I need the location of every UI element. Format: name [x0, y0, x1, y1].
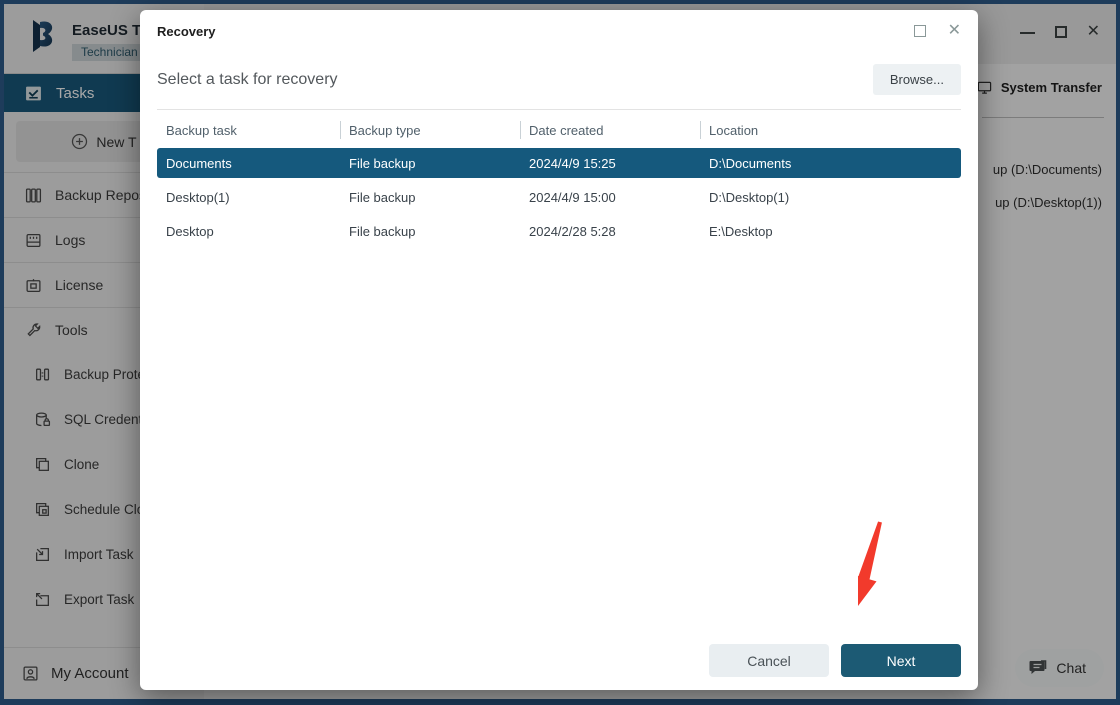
application-window: EaseUS Todo Technician Tasks New T	[0, 0, 1120, 705]
cell-backup-type: File backup	[340, 156, 520, 171]
red-arrow-annotation	[858, 514, 928, 626]
cell-backup-task: Documents	[157, 156, 340, 171]
dialog-heading: Select a task for recovery	[157, 71, 338, 89]
table-row[interactable]: Desktop File backup 2024/2/28 5:28 E:\De…	[157, 216, 961, 246]
cell-location: D:\Desktop(1)	[700, 190, 961, 205]
cell-location: E:\Desktop	[700, 224, 961, 239]
column-header-date-created: Date created	[520, 123, 700, 138]
dialog-title: Recovery	[157, 24, 216, 39]
dialog-titlebar: Recovery ✕	[140, 10, 978, 52]
divider	[157, 109, 961, 110]
cell-backup-task: Desktop	[157, 224, 340, 239]
table-row[interactable]: Desktop(1) File backup 2024/4/9 15:00 D:…	[157, 182, 961, 212]
dialog-close-icon[interactable]: ✕	[948, 23, 961, 39]
task-table: Backup task Backup type Date created Loc…	[157, 112, 961, 246]
cell-location: D:\Documents	[700, 156, 961, 171]
column-header-backup-type: Backup type	[340, 123, 520, 138]
cancel-button[interactable]: Cancel	[709, 644, 829, 677]
column-header-backup-task: Backup task	[157, 123, 340, 138]
recovery-dialog: Recovery ✕ Select a task for recovery Br…	[140, 10, 978, 690]
next-button[interactable]: Next	[841, 644, 961, 677]
table-header-row: Backup task Backup type Date created Loc…	[157, 112, 961, 148]
cell-backup-task: Desktop(1)	[157, 190, 340, 205]
table-row[interactable]: Documents File backup 2024/4/9 15:25 D:\…	[157, 148, 961, 178]
cell-backup-type: File backup	[340, 190, 520, 205]
column-header-location: Location	[700, 123, 961, 138]
browse-button[interactable]: Browse...	[873, 64, 961, 95]
cell-date-created: 2024/4/9 15:00	[520, 190, 700, 205]
cell-date-created: 2024/4/9 15:25	[520, 156, 700, 171]
dialog-maximize-icon[interactable]	[914, 25, 926, 37]
cell-date-created: 2024/2/28 5:28	[520, 224, 700, 239]
cell-backup-type: File backup	[340, 224, 520, 239]
